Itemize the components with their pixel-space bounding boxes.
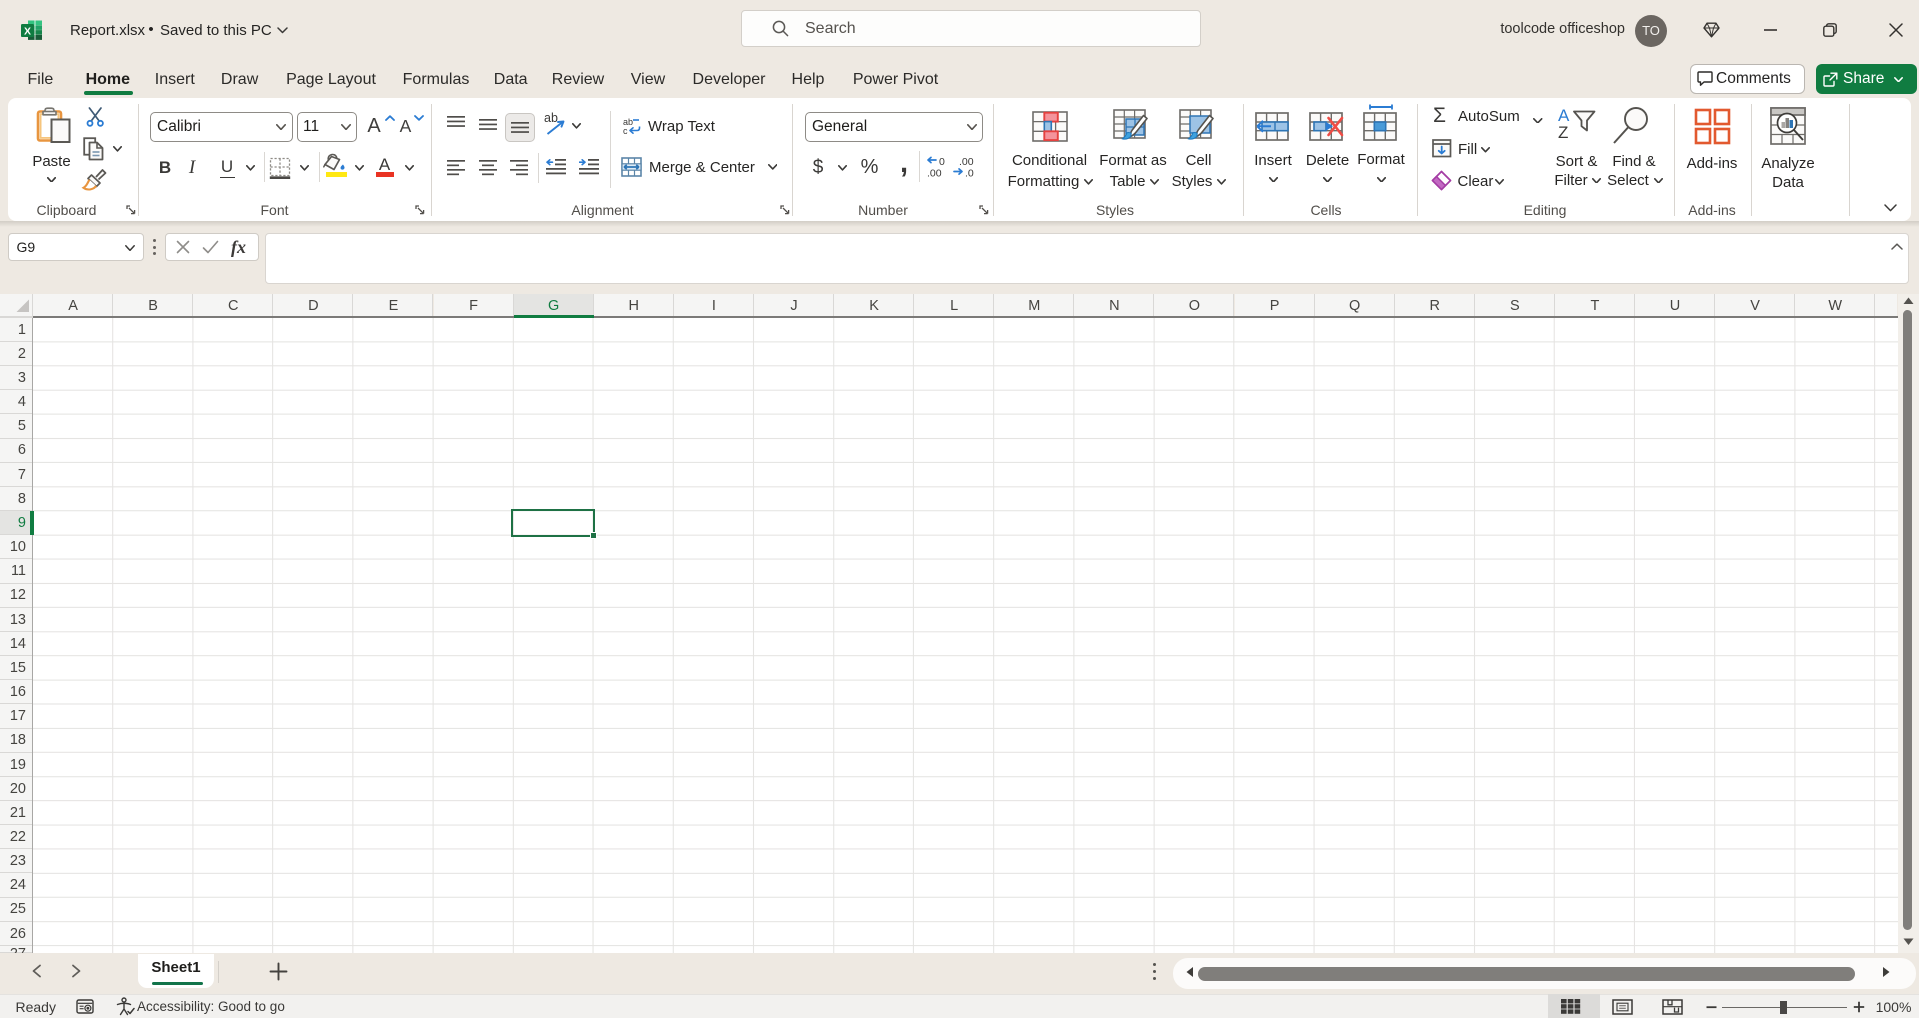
svg-text:c: c [623, 126, 628, 136]
svg-text:X: X [24, 25, 31, 37]
svg-text:0: 0 [939, 156, 945, 168]
svg-text:.00: .00 [959, 156, 974, 168]
svg-text:Z: Z [1558, 123, 1568, 142]
svg-text:.0: .0 [965, 168, 974, 179]
svg-text:.00: .00 [927, 168, 942, 179]
